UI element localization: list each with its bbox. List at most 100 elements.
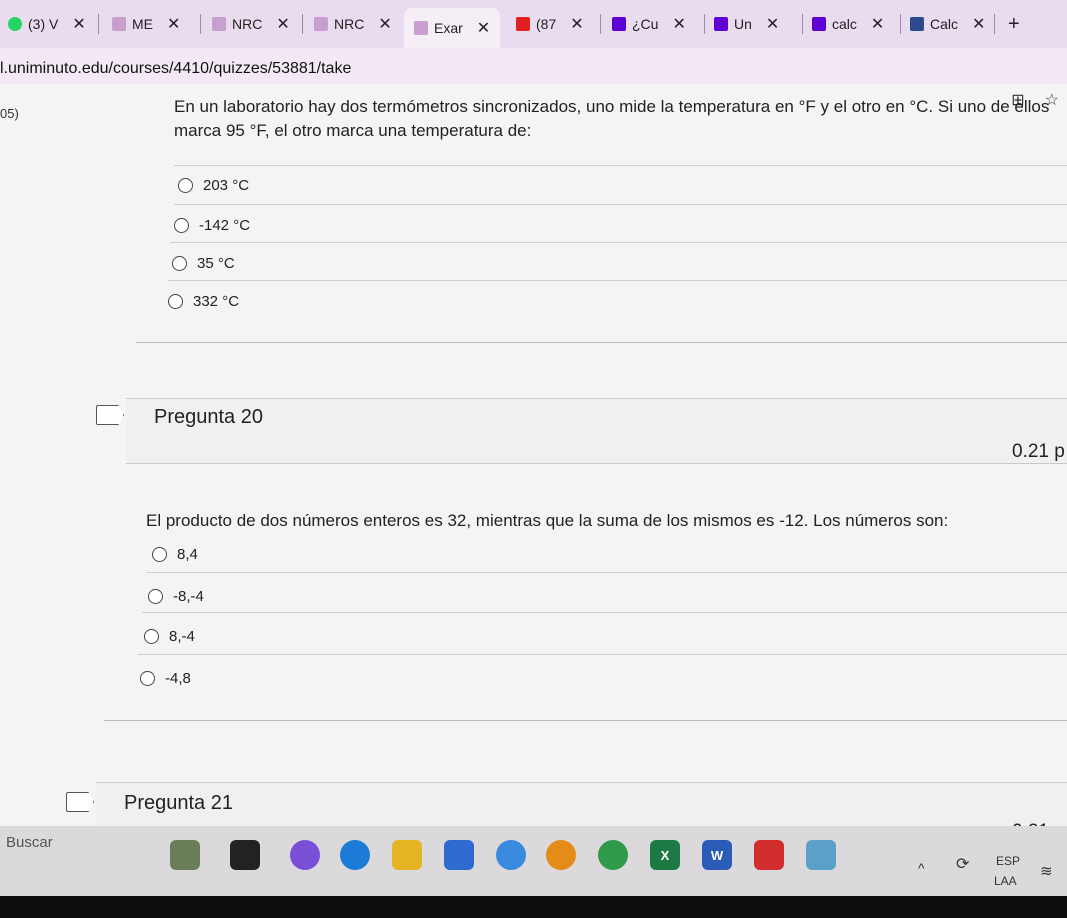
tab-exam-active[interactable]: Exar ✕	[404, 8, 501, 48]
q20-option-2[interactable]: -8,-4	[148, 588, 204, 605]
yahoo-icon	[714, 17, 728, 31]
q19-option-2[interactable]: -142 °C	[174, 217, 250, 234]
flag-question-icon[interactable]	[96, 405, 124, 425]
tab-label: ME	[132, 16, 153, 32]
radio-button[interactable]	[144, 629, 159, 644]
question-20-title: Pregunta 20	[154, 406, 263, 428]
q20-option-3[interactable]: 8,-4	[144, 628, 195, 645]
question-21-title: Pregunta 21	[124, 792, 233, 814]
tab-label: (3) V	[28, 16, 59, 32]
site-icon	[414, 21, 428, 35]
question-19-text-line2: marca 95 °F, el otro marca una temperatu…	[174, 121, 532, 140]
radio-button[interactable]	[174, 218, 189, 233]
address-bar[interactable]: l.uniminuto.edu/courses/4410/quizzes/538…	[0, 48, 1067, 84]
tab-nrc-1[interactable]: NRC ✕	[212, 6, 290, 42]
tab-label: Un	[734, 16, 752, 32]
url-text[interactable]: l.uniminuto.edu/courses/4410/quizzes/538…	[0, 60, 351, 78]
option-label: 203 °C	[203, 177, 250, 194]
task-view-icon[interactable]	[230, 840, 260, 870]
input-language[interactable]: ESP	[996, 854, 1020, 868]
widgets-icon[interactable]	[170, 840, 200, 870]
tab-calculator[interactable]: Calc ✕	[910, 6, 985, 42]
option-label: 35 °C	[197, 255, 235, 272]
q19-option-4[interactable]: 332 °C	[168, 293, 239, 310]
tab-nrc-2[interactable]: NRC ✕	[314, 6, 392, 42]
windows-taskbar: Buscar X W ^ ⟳ ESP LAA ≋	[0, 826, 1067, 896]
tab-yahoo-3[interactable]: calc ✕	[812, 6, 884, 42]
tab-yahoo-1[interactable]: ¿Cu ✕	[612, 6, 686, 42]
radio-button[interactable]	[168, 294, 183, 309]
radio-button[interactable]	[152, 547, 167, 562]
whatsapp-icon	[8, 17, 22, 31]
side-question-number: 05)	[0, 106, 19, 121]
radio-button[interactable]	[148, 589, 163, 604]
screen-bezel	[0, 896, 1067, 918]
q19-option-1[interactable]: 203 °C	[178, 177, 249, 194]
edge-icon[interactable]	[340, 840, 370, 870]
close-icon[interactable]: ✕	[276, 14, 289, 34]
option-label: 332 °C	[193, 293, 240, 310]
close-icon[interactable]: ✕	[766, 14, 779, 34]
tab-label: calc	[832, 16, 857, 32]
input-region[interactable]: LAA	[994, 874, 1017, 888]
close-icon[interactable]: ✕	[378, 14, 391, 34]
radio-button[interactable]	[140, 671, 155, 686]
tab-me[interactable]: ME ✕	[112, 6, 180, 42]
file-explorer-icon[interactable]	[392, 840, 422, 870]
wifi-icon[interactable]: ≋	[1040, 862, 1053, 880]
option-label: -4,8	[165, 670, 191, 687]
close-icon[interactable]: ✕	[871, 14, 884, 34]
question-20-points: 0.21 p	[1012, 441, 1065, 462]
close-icon[interactable]: ✕	[570, 14, 583, 34]
site-icon	[212, 17, 226, 31]
tab-label: (87	[536, 16, 557, 32]
q19-option-3[interactable]: 35 °C	[172, 255, 235, 272]
site-icon	[112, 17, 126, 31]
close-icon[interactable]: ✕	[167, 14, 180, 34]
browser-tab-bar: (3) V ✕ ME ✕ NRC ✕ NRC ✕ Exar ✕ (87 ✕ ¿C…	[0, 0, 1067, 48]
sync-icon[interactable]: ⟳	[956, 854, 969, 874]
question-19-text-line1: En un laboratorio hay dos termómetros si…	[174, 97, 1050, 116]
close-icon[interactable]: ✕	[672, 14, 685, 34]
close-icon[interactable]: ✕	[477, 18, 490, 38]
excel-icon[interactable]: X	[650, 840, 680, 870]
copilot-icon[interactable]	[290, 840, 320, 870]
close-icon[interactable]: ✕	[972, 14, 985, 34]
yahoo-icon	[812, 17, 826, 31]
option-label: -142 °C	[199, 217, 251, 234]
option-label: 8,-4	[169, 628, 195, 645]
calculator-icon	[910, 17, 924, 31]
radio-button[interactable]	[172, 256, 187, 271]
tray-overflow-icon[interactable]: ^	[918, 860, 925, 876]
tab-whatsapp[interactable]: (3) V ✕	[8, 6, 86, 42]
option-label: 8,4	[177, 546, 198, 563]
yahoo-icon	[612, 17, 626, 31]
site-icon	[314, 17, 328, 31]
acrobat-icon[interactable]	[754, 840, 784, 870]
tab-youtube[interactable]: (87 ✕	[516, 6, 584, 42]
opera-gx-icon[interactable]	[496, 840, 526, 870]
tab-label: NRC	[232, 16, 263, 32]
youtube-icon	[516, 17, 530, 31]
q20-option-1[interactable]: 8,4	[152, 546, 198, 563]
q20-option-4[interactable]: -4,8	[140, 670, 191, 687]
firefox-icon[interactable]	[546, 840, 576, 870]
flag-question-icon[interactable]	[66, 792, 94, 812]
radio-button[interactable]	[178, 178, 193, 193]
word-icon[interactable]: W	[702, 840, 732, 870]
tab-label: Exar	[434, 20, 463, 36]
question-20-header	[126, 398, 1067, 464]
tab-label: ¿Cu	[632, 16, 659, 32]
tab-yahoo-2[interactable]: Un ✕	[714, 6, 779, 42]
close-icon[interactable]: ✕	[72, 14, 85, 34]
taskbar-search[interactable]: Buscar	[6, 834, 53, 851]
store-icon[interactable]	[444, 840, 474, 870]
plus-icon[interactable]: +	[1008, 13, 1020, 36]
new-tab-button[interactable]: +	[1008, 6, 1020, 42]
tab-label: NRC	[334, 16, 365, 32]
app-icon[interactable]	[806, 840, 836, 870]
option-label: -8,-4	[173, 588, 204, 605]
chrome-icon[interactable]	[598, 840, 628, 870]
tab-label: Calc	[930, 16, 959, 32]
question-20-text: El producto de dos números enteros es 32…	[146, 511, 949, 530]
